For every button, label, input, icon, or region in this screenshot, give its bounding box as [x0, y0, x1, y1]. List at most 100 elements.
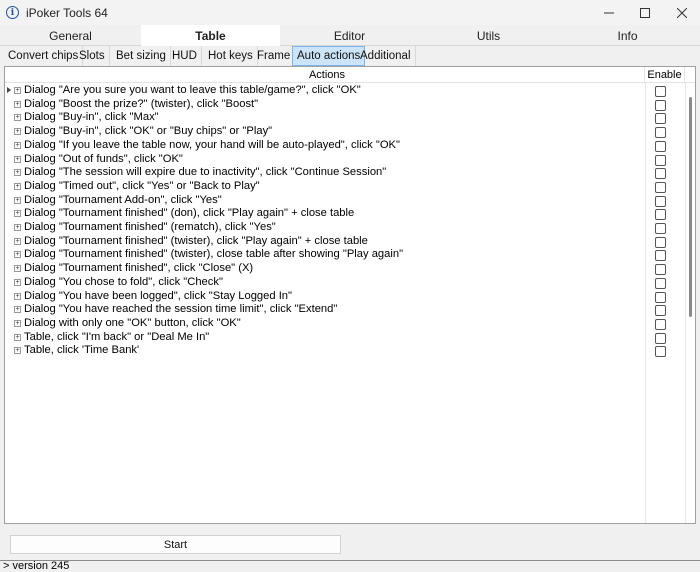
- expand-icon[interactable]: +: [14, 237, 21, 245]
- action-label: Dialog "Tournament finished" (twister), …: [24, 234, 368, 247]
- action-label: Dialog "Tournament finished" (twister), …: [24, 248, 404, 261]
- scrollbar-thumb[interactable]: [689, 97, 692, 317]
- table-row[interactable]: + Dialog "Timed out", click "Yes" or "Bac…: [5, 180, 685, 194]
- enable-checkbox[interactable]: [655, 113, 666, 125]
- subtab-bet-sizing[interactable]: Bet sizing: [112, 46, 171, 66]
- table-row[interactable]: + Dialog "Tournament finished" (rematch),…: [5, 221, 685, 235]
- status-bar: > version 245: [0, 560, 700, 572]
- action-label: Dialog "Buy-in", click "Max": [24, 111, 159, 124]
- expand-icon[interactable]: +: [14, 306, 21, 314]
- action-label: Dialog "Timed out", click "Yes" or "Back…: [24, 179, 260, 192]
- table-row[interactable]: + Table, click "I'm back" or "Deal Me In": [5, 331, 685, 345]
- enable-checkbox[interactable]: [655, 332, 666, 344]
- enable-checkbox[interactable]: [655, 264, 666, 276]
- enable-checkbox[interactable]: [655, 305, 666, 317]
- grid-header: Actions Enable: [5, 67, 695, 83]
- enable-checkbox[interactable]: [655, 223, 666, 234]
- tab-editor[interactable]: Editor: [280, 25, 419, 46]
- enable-checkbox[interactable]: [655, 318, 666, 330]
- table-row[interactable]: + Dialog "Tournament Add-on", click "Yes": [5, 194, 685, 208]
- expand-icon[interactable]: +: [14, 292, 21, 300]
- expand-icon[interactable]: +: [14, 169, 21, 177]
- action-label: Dialog "Tournament finished" (rematch), …: [24, 221, 276, 233]
- tab-general[interactable]: General: [0, 25, 141, 46]
- subtab-auto-actions[interactable]: Auto actions: [292, 46, 366, 66]
- maximize-button[interactable]: [626, 0, 663, 25]
- action-label: Table, click "I'm back" or "Deal Me In": [24, 330, 210, 343]
- enable-checkbox[interactable]: [655, 209, 666, 221]
- expand-icon[interactable]: +: [14, 100, 21, 108]
- subtab-hud[interactable]: HUD: [168, 46, 202, 66]
- tab-utils[interactable]: Utils: [419, 25, 558, 46]
- subtab-convert-chips[interactable]: Convert chips: [4, 46, 84, 66]
- info-icon: i: [6, 6, 19, 19]
- enable-checkbox[interactable]: [655, 140, 666, 152]
- start-button[interactable]: Start: [10, 535, 341, 554]
- title-bar: i iPoker Tools 64: [0, 0, 700, 25]
- minimize-icon: [603, 12, 614, 13]
- enable-checkbox[interactable]: [655, 86, 666, 97]
- action-label: Dialog with only one "OK" button, click …: [24, 316, 241, 329]
- table-row[interactable]: + Table, click 'Time Bank': [5, 344, 685, 358]
- expand-icon[interactable]: +: [14, 278, 21, 286]
- table-row[interactable]: + Dialog "Buy-in", click "Max": [5, 111, 685, 125]
- current-row-indicator-icon: [7, 87, 11, 93]
- column-header-actions[interactable]: Actions: [10, 67, 645, 83]
- subtab-slots[interactable]: Slots: [75, 46, 110, 66]
- enable-checkbox[interactable]: [655, 168, 666, 180]
- enable-checkbox[interactable]: [655, 236, 666, 248]
- table-row[interactable]: + Dialog "The session will expire due to …: [5, 166, 685, 180]
- expand-icon[interactable]: +: [14, 141, 21, 149]
- table-row[interactable]: + Dialog "Tournament finished", click "Cl…: [5, 262, 685, 276]
- expand-icon[interactable]: +: [14, 224, 21, 231]
- expand-icon[interactable]: +: [14, 155, 21, 163]
- table-row[interactable]: + Dialog "You chose to fold", click "Chec…: [5, 276, 685, 290]
- subtab-hot-keys[interactable]: Hot keys: [204, 46, 258, 66]
- close-button[interactable]: [663, 0, 700, 25]
- subtab-frame[interactable]: Frame: [253, 46, 296, 66]
- action-label: Dialog "Tournament finished" (don), clic…: [24, 207, 355, 220]
- action-label: Table, click 'Time Bank': [24, 344, 140, 357]
- expand-icon[interactable]: +: [14, 210, 21, 218]
- minimize-button[interactable]: [590, 0, 627, 25]
- column-header-enable[interactable]: Enable: [645, 67, 685, 83]
- table-row[interactable]: + Dialog "Tournament finished" (twister),…: [5, 235, 685, 249]
- expand-icon[interactable]: +: [14, 347, 21, 355]
- enable-checkbox[interactable]: [655, 291, 666, 303]
- table-row[interactable]: + Dialog "Buy-in", click "OK" or "Buy chi…: [5, 125, 685, 139]
- table-row[interactable]: + Dialog "You have reached the session ti…: [5, 303, 685, 317]
- subtab-additional[interactable]: Additional: [356, 46, 416, 66]
- tab-info[interactable]: Info: [558, 25, 697, 46]
- table-row[interactable]: + Dialog "You have been logged", click "S…: [5, 290, 685, 304]
- expand-icon[interactable]: +: [14, 87, 21, 94]
- table-row[interactable]: + Dialog "Tournament finished" (twister),…: [5, 248, 685, 262]
- expand-icon[interactable]: +: [14, 333, 21, 341]
- enable-checkbox[interactable]: [655, 99, 666, 111]
- auto-actions-grid: Actions Enable + Dialog "Are you sure you…: [4, 66, 696, 524]
- enable-checkbox[interactable]: [655, 154, 666, 166]
- expand-icon[interactable]: +: [14, 128, 21, 136]
- expand-icon[interactable]: +: [14, 265, 21, 273]
- table-row[interactable]: + Dialog "If you leave the table now, you…: [5, 139, 685, 153]
- enable-checkbox[interactable]: [655, 250, 666, 262]
- enable-checkbox[interactable]: [655, 181, 666, 193]
- expand-icon[interactable]: +: [14, 182, 21, 190]
- table-row[interactable]: + Dialog "Boost the prize?" (twister), cl…: [5, 98, 685, 112]
- tab-table[interactable]: Table: [141, 25, 280, 47]
- enable-checkbox[interactable]: [655, 277, 666, 289]
- main-tab-bar: General Table Editor Utils Info: [0, 25, 700, 47]
- table-row[interactable]: + Dialog "Tournament finished" (don), cli…: [5, 207, 685, 221]
- expand-icon[interactable]: +: [14, 114, 21, 122]
- expand-icon[interactable]: +: [14, 251, 21, 259]
- action-label: Dialog "You have reached the session tim…: [24, 303, 338, 316]
- table-row[interactable]: + Dialog with only one "OK" button, click…: [5, 317, 685, 331]
- table-row[interactable]: + Dialog "Are you sure you want to leave …: [5, 84, 685, 98]
- expand-icon[interactable]: +: [14, 319, 21, 327]
- vertical-scrollbar[interactable]: [686, 83, 695, 523]
- table-row[interactable]: + Dialog "Out of funds", click "OK": [5, 153, 685, 167]
- action-label: Dialog "Buy-in", click "OK" or "Buy chip…: [24, 125, 273, 138]
- enable-checkbox[interactable]: [655, 127, 666, 139]
- enable-checkbox[interactable]: [655, 195, 666, 207]
- expand-icon[interactable]: +: [14, 196, 21, 204]
- enable-checkbox[interactable]: [655, 346, 666, 358]
